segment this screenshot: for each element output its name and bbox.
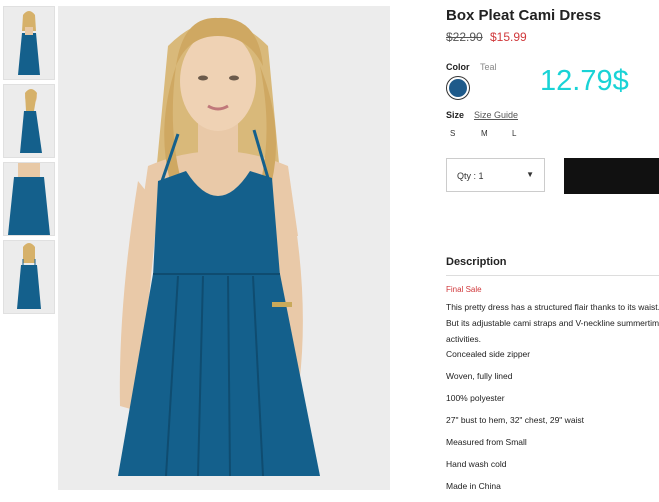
size-option-m[interactable]: M — [481, 129, 512, 138]
product-title: Box Pleat Cami Dress — [446, 7, 602, 24]
thumbnail-closeup-image — [4, 163, 54, 235]
model-in-dress-illustration — [58, 6, 390, 490]
detail-item: Measured from Small — [446, 437, 527, 447]
detail-item: 27" bust to hem, 32" chest, 29" waist — [446, 415, 585, 425]
thumbnail-side[interactable] — [3, 84, 55, 158]
quantity-select[interactable]: Qty : 1 ▼ — [446, 158, 545, 192]
color-value: Teal — [480, 62, 497, 72]
size-guide-link[interactable]: Size Guide — [474, 110, 518, 120]
thumbnail-front-image — [4, 7, 54, 79]
thumbnail-front[interactable] — [3, 6, 55, 80]
product-info-panel: Box Pleat Cami Dress $22.90 $15.99 Color… — [446, 0, 659, 491]
main-product-image — [58, 6, 390, 490]
original-price: $22.90 — [446, 30, 483, 44]
size-label: Size — [446, 110, 465, 120]
chevron-down-icon: ▼ — [526, 170, 534, 179]
description-heading: Description — [446, 256, 507, 268]
thumbnail-closeup[interactable] — [3, 162, 55, 236]
final-sale-label: Final Sale — [446, 285, 482, 294]
overlay-price-annotation: 12.79$ — [540, 65, 629, 97]
add-to-bag-button[interactable] — [564, 158, 659, 194]
thumbnail-list — [3, 6, 55, 318]
detail-item: Made in China — [446, 481, 501, 491]
size-option-s[interactable]: S — [450, 129, 481, 138]
swatch-fill — [449, 79, 467, 97]
size-option-l[interactable]: L — [512, 129, 543, 138]
detail-item: Hand wash cold — [446, 459, 507, 469]
size-options: S M L — [450, 129, 543, 138]
description-text: This pretty dress has a structured flair… — [446, 302, 659, 344]
description-divider — [446, 275, 659, 276]
thumbnail-side-image — [4, 85, 54, 157]
color-label: Color — [446, 62, 470, 72]
description-details: Concealed side zipper Woven, fully lined… — [446, 348, 584, 502]
detail-item: Concealed side zipper — [446, 349, 531, 359]
thumbnail-back[interactable] — [3, 240, 55, 314]
detail-item: 100% polyester — [446, 393, 505, 403]
thumbnail-back-image — [4, 241, 54, 313]
detail-item: Woven, fully lined — [446, 371, 513, 381]
sale-price: $15.99 — [490, 30, 527, 44]
color-swatch-teal[interactable] — [446, 76, 470, 100]
quantity-label: Qty : 1 — [457, 171, 484, 181]
